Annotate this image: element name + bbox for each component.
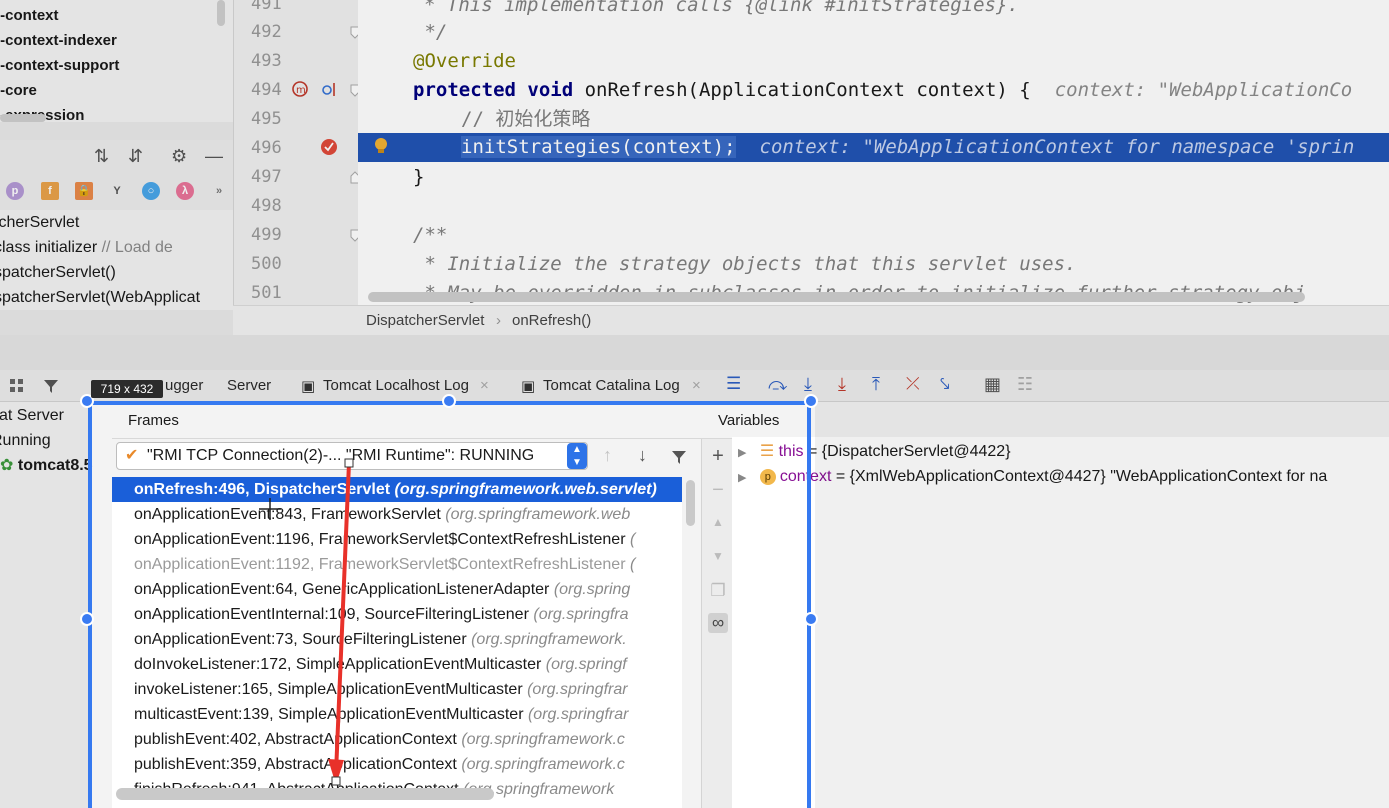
resize-handle[interactable] <box>442 394 456 408</box>
capture-selection[interactable] <box>88 401 811 808</box>
resize-handle[interactable] <box>804 394 818 408</box>
capture-dim-overlay <box>0 401 88 808</box>
annotation-arrow[interactable] <box>325 455 365 795</box>
cursor-crosshair-icon <box>259 498 281 520</box>
capture-dim-overlay <box>815 401 1389 808</box>
resize-handle[interactable] <box>804 612 818 626</box>
capture-dim-overlay <box>0 0 1389 401</box>
selection-size-label: 719 x 432 <box>91 380 163 398</box>
resize-handle[interactable] <box>80 612 94 626</box>
